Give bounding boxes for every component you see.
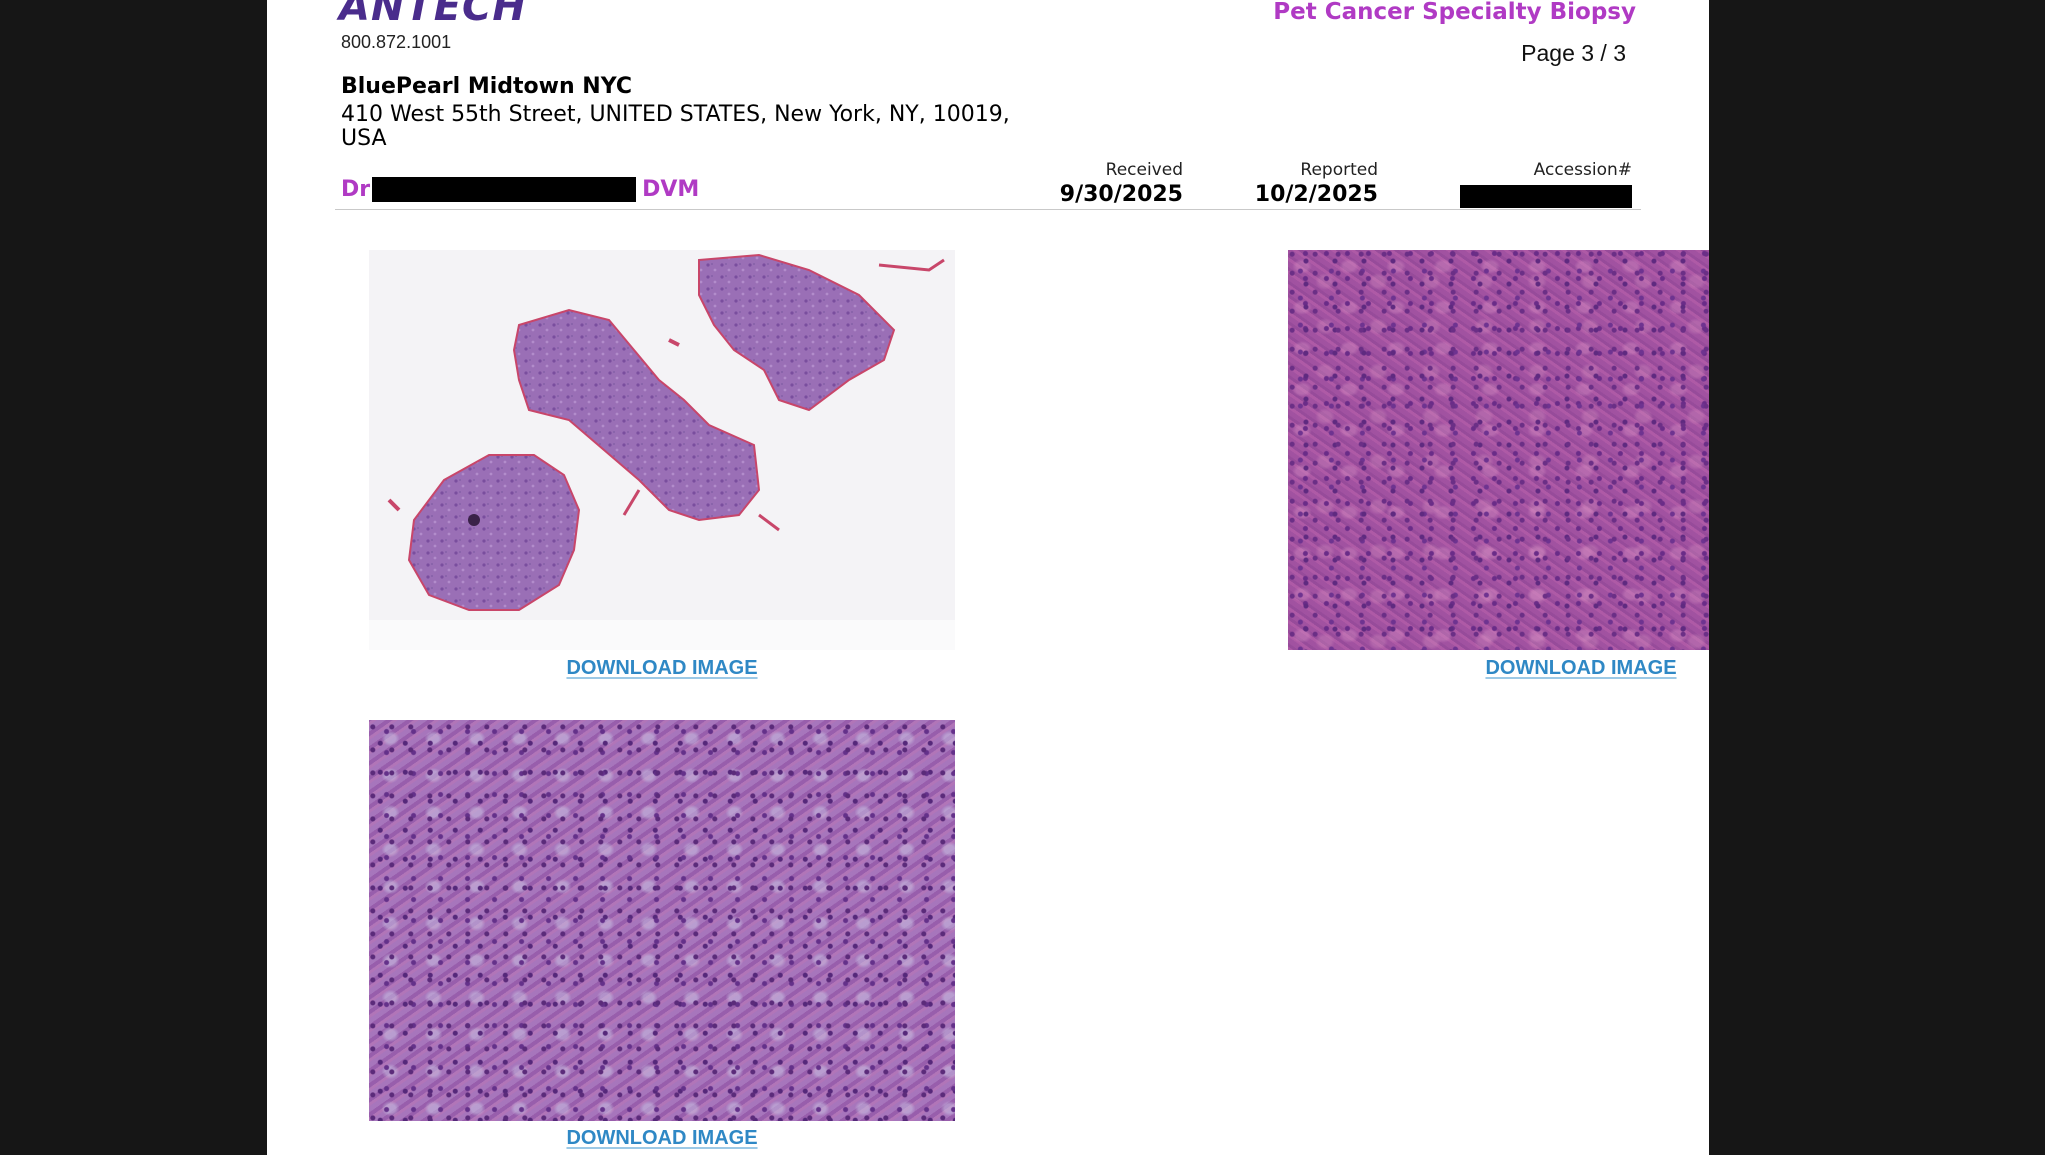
phone-number: 800.872.1001 xyxy=(341,32,452,52)
received-value: 9/30/2025 xyxy=(1059,182,1183,207)
report-title: Pet Cancer Specialty Biopsy xyxy=(1273,0,1636,25)
redacted-doctor-name xyxy=(372,176,637,202)
page-indicator: Page 3 / 3 xyxy=(1521,40,1626,66)
slide-scan-graphic xyxy=(369,250,955,650)
report-page: ANTECH 800.872.1001 Pet Cancer Specialty… xyxy=(267,0,1709,1155)
reported-value: 10/2/2025 xyxy=(1254,182,1378,207)
accession-label: Accession# xyxy=(1533,160,1632,180)
doctor-line: Dr DVM xyxy=(341,174,699,204)
received-label: Received xyxy=(1105,160,1183,180)
reported-block: Reported 10/2/2025 xyxy=(1255,158,1378,208)
doctor-suffix: DVM xyxy=(642,176,700,202)
redacted-accession-number xyxy=(1460,185,1632,208)
header-divider xyxy=(335,209,1641,210)
histology-image-high-mag-2 xyxy=(369,720,955,1121)
download-image-link-2[interactable]: DOWNLOAD IMAGE xyxy=(1288,657,1709,680)
histology-image-overview xyxy=(369,250,955,650)
download-image-link-3[interactable]: DOWNLOAD IMAGE xyxy=(369,1127,955,1150)
clinic-address: 410 West 55th Street, UNITED STATES, New… xyxy=(341,102,1010,151)
reported-label: Reported xyxy=(1300,160,1378,180)
antech-logo: ANTECH xyxy=(339,0,527,30)
download-image-link-1[interactable]: DOWNLOAD IMAGE xyxy=(369,657,955,680)
clinic-name: BluePearl Midtown NYC xyxy=(341,74,632,99)
histology-image-high-mag-1 xyxy=(1288,250,1709,650)
doctor-prefix: Dr xyxy=(341,176,371,202)
accession-block: Accession# xyxy=(1460,158,1632,208)
received-block: Received 9/30/2025 xyxy=(1060,158,1183,208)
